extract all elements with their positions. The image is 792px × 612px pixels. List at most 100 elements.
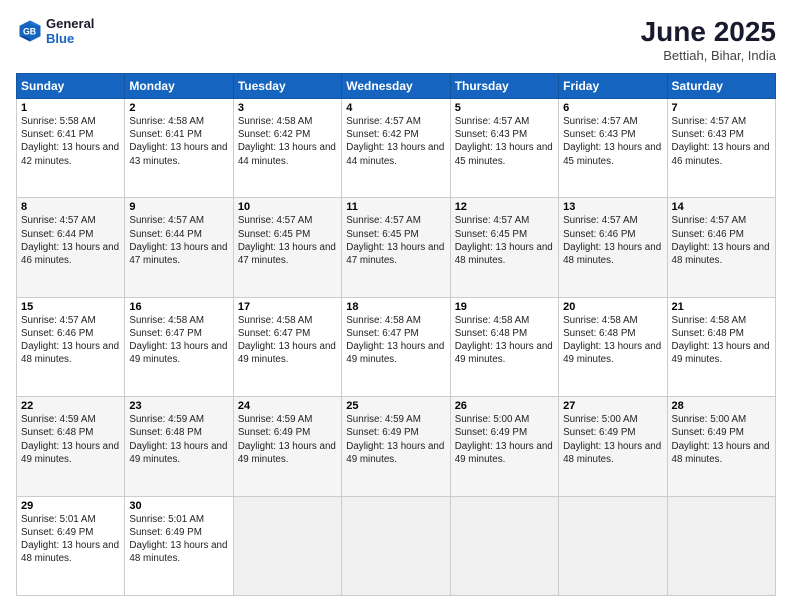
day-info: Sunrise: 5:00 AMSunset: 6:49 PMDaylight:…: [672, 413, 771, 466]
day-info: Sunrise: 4:57 AMSunset: 6:42 PMDaylight:…: [346, 115, 445, 168]
day-number: 21: [672, 301, 771, 313]
calendar-day-cell: 6Sunrise: 4:57 AMSunset: 6:43 PMDaylight…: [559, 99, 667, 198]
weekday-header: Tuesday: [233, 74, 341, 99]
header: GB General Blue June 2025 Bettiah, Bihar…: [16, 16, 776, 63]
day-info: Sunrise: 4:58 AMSunset: 6:48 PMDaylight:…: [563, 314, 662, 367]
day-info: Sunrise: 4:57 AMSunset: 6:46 PMDaylight:…: [563, 214, 662, 267]
day-info: Sunrise: 4:57 AMSunset: 6:43 PMDaylight:…: [563, 115, 662, 168]
calendar-day-cell: 22Sunrise: 4:59 AMSunset: 6:48 PMDayligh…: [17, 397, 125, 496]
weekday-header: Sunday: [17, 74, 125, 99]
calendar-week-row: 15Sunrise: 4:57 AMSunset: 6:46 PMDayligh…: [17, 297, 776, 396]
day-info: Sunrise: 4:58 AMSunset: 6:42 PMDaylight:…: [238, 115, 337, 168]
day-number: 23: [129, 400, 228, 412]
day-number: 5: [455, 102, 554, 114]
calendar-day-cell: [450, 496, 558, 595]
day-number: 2: [129, 102, 228, 114]
calendar-week-row: 29Sunrise: 5:01 AMSunset: 6:49 PMDayligh…: [17, 496, 776, 595]
calendar-day-cell: 2Sunrise: 4:58 AMSunset: 6:41 PMDaylight…: [125, 99, 233, 198]
logo-text: General Blue: [46, 16, 94, 46]
day-info: Sunrise: 4:57 AMSunset: 6:45 PMDaylight:…: [238, 214, 337, 267]
day-number: 6: [563, 102, 662, 114]
calendar-day-cell: 24Sunrise: 4:59 AMSunset: 6:49 PMDayligh…: [233, 397, 341, 496]
day-info: Sunrise: 4:57 AMSunset: 6:44 PMDaylight:…: [129, 214, 228, 267]
day-number: 19: [455, 301, 554, 313]
day-number: 10: [238, 201, 337, 213]
calendar-day-cell: 3Sunrise: 4:58 AMSunset: 6:42 PMDaylight…: [233, 99, 341, 198]
day-info: Sunrise: 4:59 AMSunset: 6:48 PMDaylight:…: [129, 413, 228, 466]
day-number: 24: [238, 400, 337, 412]
day-info: Sunrise: 4:57 AMSunset: 6:46 PMDaylight:…: [21, 314, 120, 367]
day-info: Sunrise: 4:58 AMSunset: 6:47 PMDaylight:…: [346, 314, 445, 367]
day-info: Sunrise: 4:57 AMSunset: 6:45 PMDaylight:…: [455, 214, 554, 267]
calendar-day-cell: 17Sunrise: 4:58 AMSunset: 6:47 PMDayligh…: [233, 297, 341, 396]
calendar-day-cell: [342, 496, 450, 595]
calendar-day-cell: 11Sunrise: 4:57 AMSunset: 6:45 PMDayligh…: [342, 198, 450, 297]
day-number: 25: [346, 400, 445, 412]
day-number: 9: [129, 201, 228, 213]
day-info: Sunrise: 5:58 AMSunset: 6:41 PMDaylight:…: [21, 115, 120, 168]
calendar-day-cell: 14Sunrise: 4:57 AMSunset: 6:46 PMDayligh…: [667, 198, 775, 297]
day-number: 26: [455, 400, 554, 412]
calendar-week-row: 1Sunrise: 5:58 AMSunset: 6:41 PMDaylight…: [17, 99, 776, 198]
day-number: 11: [346, 201, 445, 213]
weekday-header: Saturday: [667, 74, 775, 99]
day-info: Sunrise: 4:58 AMSunset: 6:47 PMDaylight:…: [238, 314, 337, 367]
location: Bettiah, Bihar, India: [641, 48, 776, 63]
weekday-header: Thursday: [450, 74, 558, 99]
day-info: Sunrise: 4:57 AMSunset: 6:43 PMDaylight:…: [455, 115, 554, 168]
calendar-day-cell: 23Sunrise: 4:59 AMSunset: 6:48 PMDayligh…: [125, 397, 233, 496]
day-number: 27: [563, 400, 662, 412]
day-number: 28: [672, 400, 771, 412]
calendar-day-cell: 1Sunrise: 5:58 AMSunset: 6:41 PMDaylight…: [17, 99, 125, 198]
calendar-day-cell: 15Sunrise: 4:57 AMSunset: 6:46 PMDayligh…: [17, 297, 125, 396]
day-info: Sunrise: 5:00 AMSunset: 6:49 PMDaylight:…: [455, 413, 554, 466]
day-number: 7: [672, 102, 771, 114]
day-info: Sunrise: 4:58 AMSunset: 6:47 PMDaylight:…: [129, 314, 228, 367]
calendar-day-cell: 30Sunrise: 5:01 AMSunset: 6:49 PMDayligh…: [125, 496, 233, 595]
calendar-header-row: SundayMondayTuesdayWednesdayThursdayFrid…: [17, 74, 776, 99]
day-info: Sunrise: 4:57 AMSunset: 6:46 PMDaylight:…: [672, 214, 771, 267]
calendar-day-cell: 28Sunrise: 5:00 AMSunset: 6:49 PMDayligh…: [667, 397, 775, 496]
day-info: Sunrise: 4:59 AMSunset: 6:48 PMDaylight:…: [21, 413, 120, 466]
calendar-day-cell: 26Sunrise: 5:00 AMSunset: 6:49 PMDayligh…: [450, 397, 558, 496]
calendar-body: 1Sunrise: 5:58 AMSunset: 6:41 PMDaylight…: [17, 99, 776, 596]
calendar-day-cell: [233, 496, 341, 595]
day-number: 4: [346, 102, 445, 114]
day-number: 17: [238, 301, 337, 313]
day-number: 30: [129, 500, 228, 512]
month-title: June 2025: [641, 16, 776, 48]
calendar-day-cell: 13Sunrise: 4:57 AMSunset: 6:46 PMDayligh…: [559, 198, 667, 297]
calendar-day-cell: 5Sunrise: 4:57 AMSunset: 6:43 PMDaylight…: [450, 99, 558, 198]
title-block: June 2025 Bettiah, Bihar, India: [641, 16, 776, 63]
day-number: 8: [21, 201, 120, 213]
calendar-day-cell: 29Sunrise: 5:01 AMSunset: 6:49 PMDayligh…: [17, 496, 125, 595]
day-info: Sunrise: 4:59 AMSunset: 6:49 PMDaylight:…: [238, 413, 337, 466]
day-number: 13: [563, 201, 662, 213]
day-info: Sunrise: 5:01 AMSunset: 6:49 PMDaylight:…: [129, 513, 228, 566]
day-number: 16: [129, 301, 228, 313]
day-info: Sunrise: 5:00 AMSunset: 6:49 PMDaylight:…: [563, 413, 662, 466]
weekday-header: Friday: [559, 74, 667, 99]
day-info: Sunrise: 4:59 AMSunset: 6:49 PMDaylight:…: [346, 413, 445, 466]
calendar-day-cell: 18Sunrise: 4:58 AMSunset: 6:47 PMDayligh…: [342, 297, 450, 396]
day-number: 15: [21, 301, 120, 313]
calendar-day-cell: [559, 496, 667, 595]
calendar-day-cell: 9Sunrise: 4:57 AMSunset: 6:44 PMDaylight…: [125, 198, 233, 297]
calendar-day-cell: 27Sunrise: 5:00 AMSunset: 6:49 PMDayligh…: [559, 397, 667, 496]
calendar-day-cell: 16Sunrise: 4:58 AMSunset: 6:47 PMDayligh…: [125, 297, 233, 396]
day-number: 20: [563, 301, 662, 313]
calendar-day-cell: 12Sunrise: 4:57 AMSunset: 6:45 PMDayligh…: [450, 198, 558, 297]
calendar-week-row: 8Sunrise: 4:57 AMSunset: 6:44 PMDaylight…: [17, 198, 776, 297]
calendar-day-cell: 10Sunrise: 4:57 AMSunset: 6:45 PMDayligh…: [233, 198, 341, 297]
calendar-day-cell: 8Sunrise: 4:57 AMSunset: 6:44 PMDaylight…: [17, 198, 125, 297]
svg-text:GB: GB: [23, 27, 36, 37]
logo-icon: GB: [16, 17, 44, 45]
day-info: Sunrise: 4:57 AMSunset: 6:44 PMDaylight:…: [21, 214, 120, 267]
calendar-day-cell: 19Sunrise: 4:58 AMSunset: 6:48 PMDayligh…: [450, 297, 558, 396]
day-info: Sunrise: 4:57 AMSunset: 6:45 PMDaylight:…: [346, 214, 445, 267]
day-number: 14: [672, 201, 771, 213]
weekday-header: Wednesday: [342, 74, 450, 99]
day-info: Sunrise: 4:58 AMSunset: 6:48 PMDaylight:…: [455, 314, 554, 367]
calendar-day-cell: 7Sunrise: 4:57 AMSunset: 6:43 PMDaylight…: [667, 99, 775, 198]
calendar-day-cell: 4Sunrise: 4:57 AMSunset: 6:42 PMDaylight…: [342, 99, 450, 198]
